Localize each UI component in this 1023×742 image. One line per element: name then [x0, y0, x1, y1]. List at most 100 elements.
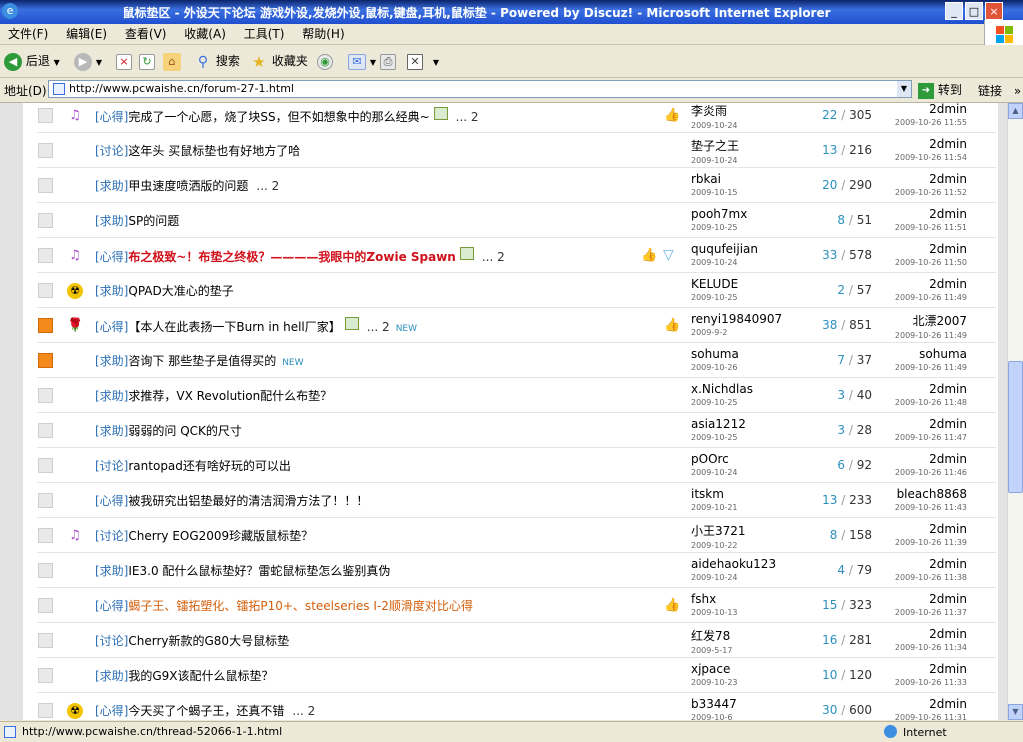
author-link[interactable]: pOOrc [691, 452, 729, 466]
scroll-thumb[interactable] [1008, 361, 1023, 493]
folder-icon[interactable] [38, 458, 53, 473]
thread-title-link[interactable]: 完成了一个心愿，烧了块SS，但不如想象中的那么经典~ [128, 110, 429, 124]
last-post-time[interactable]: 2009-10-26 11:49 [886, 331, 967, 340]
last-post-user-link[interactable]: 2dmin [929, 662, 967, 676]
author-link[interactable]: itskm [691, 487, 724, 501]
folder-icon[interactable] [38, 318, 53, 333]
last-post-time[interactable]: 2009-10-26 11:37 [886, 608, 967, 617]
author-link[interactable]: renyi19840907 [691, 312, 782, 326]
last-post-user-link[interactable]: 2dmin [929, 103, 967, 116]
thread-title-link[interactable]: rantopad还有啥好玩的可以出 [128, 459, 291, 473]
last-post-time[interactable]: 2009-10-26 11:52 [886, 188, 967, 197]
last-post-time[interactable]: 2009-10-26 11:31 [886, 713, 967, 720]
last-post-user-link[interactable]: 2dmin [929, 137, 967, 151]
thread-title-link[interactable]: 布之极致~！布垫之终极？————我眼中的Zowie Spawn [128, 250, 455, 264]
favorites-button[interactable]: ★ 收藏夹 [250, 49, 308, 73]
last-post-time[interactable]: 2009-10-26 11:34 [886, 643, 967, 652]
thread-category-link[interactable]: [求助] [95, 354, 128, 368]
last-post-time[interactable]: 2009-10-26 11:33 [886, 678, 967, 687]
last-post-time[interactable]: 2009-10-26 11:54 [886, 153, 967, 162]
last-post-user-link[interactable]: sohuma [919, 347, 967, 361]
last-post-user-link[interactable]: 2dmin [929, 557, 967, 571]
author-link[interactable]: fshx [691, 592, 716, 606]
minimize-button[interactable]: _ [945, 2, 963, 20]
thread-title-link[interactable]: 今天买了个蝎子王，还真不错 [128, 704, 284, 718]
menu-edit[interactable]: 编辑(E) [58, 24, 113, 42]
thread-category-link[interactable]: [求助] [95, 179, 128, 193]
last-post-user-link[interactable]: 北漂2007 [912, 314, 967, 328]
last-post-time[interactable]: 2009-10-26 11:51 [886, 223, 967, 232]
thread-title-link[interactable]: SP的问题 [128, 214, 179, 228]
address-input[interactable]: http://www.pcwaishe.cn/forum-27-1.html ▼ [48, 80, 912, 98]
thread-category-link[interactable]: [心得] [95, 599, 128, 613]
thread-title-link[interactable]: 弱弱的问 QCK的尺寸 [128, 424, 242, 438]
folder-icon[interactable] [38, 493, 53, 508]
address-dropdown-icon[interactable]: ▼ [897, 81, 911, 97]
mail-dropdown-icon[interactable]: ▼ [370, 58, 376, 67]
thread-category-link[interactable]: [讨论] [95, 529, 128, 543]
thread-category-link[interactable]: [心得] [95, 704, 128, 718]
thread-category-link[interactable]: [讨论] [95, 459, 128, 473]
last-post-user-link[interactable]: 2dmin [929, 592, 967, 606]
thread-category-link[interactable]: [求助] [95, 424, 128, 438]
folder-icon[interactable] [38, 143, 53, 158]
thread-category-link[interactable]: [心得] [95, 320, 128, 334]
author-link[interactable]: b33447 [691, 697, 737, 711]
forward-button[interactable]: ▶ ▼ [74, 49, 102, 73]
thread-title-link[interactable]: 求推荐，VX Revolution配什么布垫？ [128, 389, 332, 403]
last-post-time[interactable]: 2009-10-26 11:49 [886, 363, 967, 372]
thread-category-link[interactable]: [讨论] [95, 144, 128, 158]
last-post-user-link[interactable]: 2dmin [929, 627, 967, 641]
thread-title-link[interactable]: 甲虫速度喷洒版的问题 [128, 179, 248, 193]
print-button[interactable]: ⎙ [380, 49, 396, 73]
thread-title-link[interactable]: IE3.0 配什么鼠标垫好？雷蛇鼠标垫怎么鉴别真伪 [128, 564, 390, 578]
author-link[interactable]: 红发78 [691, 629, 730, 643]
go-button[interactable]: ➜ 转到 [918, 81, 962, 99]
last-post-time[interactable]: 2009-10-26 11:50 [886, 258, 967, 267]
last-post-user-link[interactable]: 2dmin [929, 452, 967, 466]
last-post-user-link[interactable]: 2dmin [929, 277, 967, 291]
last-post-time[interactable]: 2009-10-26 11:48 [886, 398, 967, 407]
thread-category-link[interactable]: [心得] [95, 494, 128, 508]
folder-icon[interactable] [38, 668, 53, 683]
author-link[interactable]: pooh7mx [691, 207, 747, 221]
thread-title-link[interactable]: 咨询下 那些垫子是值得买的 [128, 354, 276, 368]
last-post-user-link[interactable]: 2dmin [929, 697, 967, 711]
search-button[interactable]: ⚲ 搜索 [194, 49, 240, 73]
last-post-user-link[interactable]: bleach8868 [897, 487, 967, 501]
last-post-user-link[interactable]: 2dmin [929, 417, 967, 431]
menu-tools[interactable]: 工具(T) [236, 24, 291, 42]
refresh-button[interactable]: ↻ [139, 49, 155, 73]
scroll-down-button[interactable]: ▼ [1008, 704, 1023, 720]
last-post-user-link[interactable]: 2dmin [929, 172, 967, 186]
edit-button[interactable]: ✕ ▼ [407, 49, 439, 73]
folder-icon[interactable] [38, 353, 53, 368]
author-link[interactable]: asia1212 [691, 417, 746, 431]
author-link[interactable]: rbkai [691, 172, 721, 186]
edit-dropdown-icon[interactable]: ▼ [433, 58, 439, 67]
maximize-button[interactable]: □ [965, 2, 983, 20]
last-post-time[interactable]: 2009-10-26 11:49 [886, 293, 967, 302]
folder-icon[interactable] [38, 213, 53, 228]
menu-favorites[interactable]: 收藏(A) [176, 24, 232, 42]
folder-icon[interactable] [38, 388, 53, 403]
thread-category-link[interactable]: [求助] [95, 214, 128, 228]
folder-icon[interactable] [38, 108, 53, 123]
thread-category-link[interactable]: [求助] [95, 389, 128, 403]
folder-icon[interactable] [38, 178, 53, 193]
menu-view[interactable]: 查看(V) [117, 24, 173, 42]
last-post-time[interactable]: 2009-10-26 11:55 [886, 118, 967, 127]
thread-category-link[interactable]: [讨论] [95, 634, 128, 648]
folder-icon[interactable] [38, 283, 53, 298]
thread-title-link[interactable]: Cherry EOG2009珍藏版鼠标垫？ [128, 529, 313, 543]
address-url[interactable]: http://www.pcwaishe.cn/forum-27-1.html [69, 82, 294, 95]
folder-icon[interactable] [38, 598, 53, 613]
last-post-time[interactable]: 2009-10-26 11:43 [886, 503, 967, 512]
thread-category-link[interactable]: [心得] [95, 250, 128, 264]
folder-icon[interactable] [38, 423, 53, 438]
folder-icon[interactable] [38, 633, 53, 648]
forward-dropdown-icon[interactable]: ▼ [96, 58, 102, 67]
home-button[interactable]: ⌂ [163, 49, 181, 73]
thread-category-link[interactable]: [求助] [95, 564, 128, 578]
page-links[interactable]: ... 2 [292, 704, 315, 718]
